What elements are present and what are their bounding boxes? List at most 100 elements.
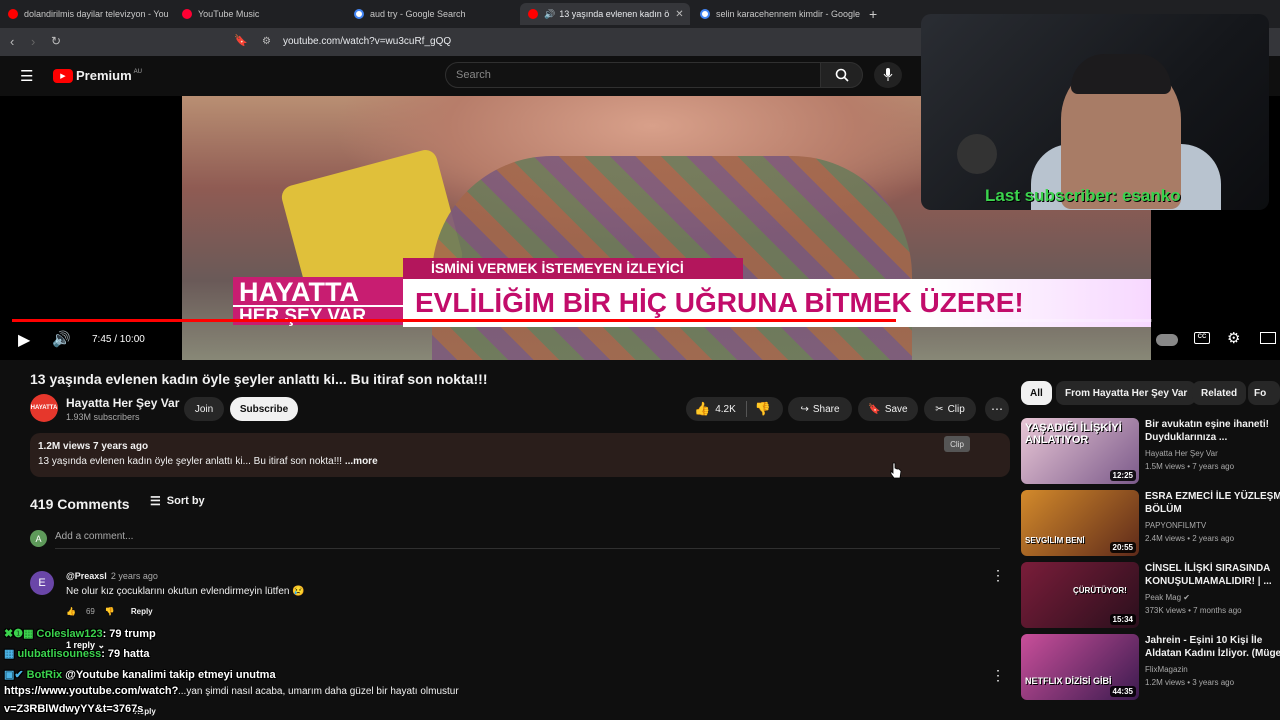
webcam-microphone-image [957,134,997,174]
captions-icon[interactable]: CC [1194,332,1210,344]
comment-author[interactable]: @Preaxsl 2 years ago [66,571,158,581]
video-duration: 44:35 [1109,686,1136,697]
forward-icon[interactable]: › [31,34,35,49]
video-title[interactable]: Bir avukatın eşine ihaneti! [1145,418,1280,431]
video-thumbnail[interactable]: YAŞADIĞI İLİŞKİYİ ANLATIYOR 12:25 [1021,418,1139,484]
video-title-line2[interactable]: BÖLÜM [1145,503,1280,516]
browser-tab[interactable]: selin karacehennem kimdir - Google [700,3,860,25]
region-code: AU [133,68,142,75]
video-title: 13 yaşında evlenen kadın öyle şeyler anl… [30,371,488,387]
comment-menu-icon[interactable]: ⋮ [991,567,1005,584]
video-title[interactable]: CİNSEL İLİŞKİ SIRASINDA [1145,562,1280,575]
youtube-logo[interactable]: ▶ Premium AU [53,68,142,83]
last-subscriber-label: Last subscriber: esanko [985,186,1181,205]
settings-gear-icon[interactable]: ⚙ [1227,329,1240,347]
dislike-icon[interactable]: 👎 [745,401,771,417]
channel-name[interactable]: Hayatta Her Şey Var [66,396,179,410]
description-more-link[interactable]: ...more [345,456,378,467]
browser-tab-active[interactable]: 🔊 13 yaşında evlenen kadın öyle ✕ [520,3,690,25]
new-tab-button[interactable]: + [869,3,883,25]
chat-text: @Youtube kanalimi takip etmeyi unutma [62,669,276,681]
video-title[interactable]: Jahrein - Eşini 10 Kişi İle [1145,634,1280,647]
recommended-video[interactable]: ÇÜRÜTÜYOR! 15:34 CİNSEL İLİŞKİ SIRASINDA … [1021,562,1280,628]
volume-icon[interactable]: 🔊 [52,330,71,348]
recommended-video[interactable]: NETFLIX DİZİSİ GİBİ 44:35 Jahrein - Eşini… [1021,634,1280,700]
join-button[interactable]: Join [184,397,224,421]
comment-reply-button[interactable]: Reply [131,607,153,616]
video-channel[interactable]: FlixMagazin [1145,665,1188,674]
chat-badges-icon: ✖❶▦ [4,628,37,640]
microphone-icon [883,68,893,81]
more-actions-button[interactable]: ⋯ [985,397,1009,421]
audio-playing-icon: 🔊 [544,8,556,19]
comment-dislike-icon[interactable]: 👎 [105,607,115,616]
chat-user: Coleslaw123 [36,628,103,640]
video-thumbnail[interactable]: NETFLIX DİZİSİ GİBİ 44:35 [1021,634,1139,700]
browser-tab[interactable]: dolandirilmis dayilar televizyon - You [8,3,168,25]
video-channel[interactable]: Peak Mag ✔ [1145,593,1190,602]
chip-related[interactable]: Related [1192,381,1247,405]
thumbnail-text: NETFLIX DİZİSİ GİBİ [1025,676,1112,686]
play-icon[interactable]: ▶ [18,330,30,350]
thumbnail-text: ÇÜRÜTÜYOR! [1073,586,1127,595]
chip-from-channel[interactable]: From Hayatta Her Şey Var [1056,381,1197,405]
chat-message: ✖❶▦ Coleslaw123: 79 trump [4,627,156,640]
description-meta: 1.2M views 7 years ago [38,441,149,452]
channel-avatar[interactable]: HAYATTA [30,394,58,422]
video-meta: 1.5M views • 7 years ago [1145,462,1235,471]
close-tab-icon[interactable]: ✕ [675,9,683,20]
save-label: Save [884,403,908,415]
comment-menu-icon[interactable]: ⋮ [991,667,1005,684]
video-title-line2[interactable]: KONUŞULMAMALIDIR! | ... [1145,575,1280,588]
autoplay-toggle[interactable] [1156,334,1178,346]
comment-username[interactable]: @Preaxsl [66,571,107,581]
clip-button[interactable]: ✂ Clip [924,397,976,421]
share-label: Share [812,403,840,415]
reload-icon[interactable]: ↻ [51,34,61,48]
video-duration: 12:25 [1109,470,1136,481]
tab-title: dolandirilmis dayilar televizyon - You [24,9,168,19]
chip-more[interactable]: Fo [1248,381,1280,405]
add-comment-input[interactable]: Add a comment... [55,531,133,542]
site-info-icon[interactable]: ⚙ [262,36,271,47]
comment-avatar[interactable]: E [30,571,54,595]
bookmark-icon[interactable]: 🔖 [234,34,248,47]
chip-all[interactable]: All [1021,381,1052,405]
browser-tab[interactable]: YouTube Music [182,3,342,25]
show-logo-line2: HER ŞEY VAR [233,305,403,327]
share-button[interactable]: ↪ Share [788,397,852,421]
sort-comments-button[interactable]: ☰ Sort by [150,494,205,508]
video-thumbnail[interactable]: SEVGİLİM BENİ 20:55 [1021,490,1139,556]
like-dislike-group: 👍 4.2K 👎 [686,397,783,421]
video-title-line2[interactable]: Duyduklarınıza ... [1145,431,1280,444]
video-meta: 1.2M views • 3 years ago [1145,678,1235,687]
like-icon[interactable]: 👍 [694,401,710,417]
search-input[interactable]: Search [445,62,821,88]
video-title[interactable]: ESRA EZMECİ İLE YÜZLEŞME 1 [1145,490,1280,503]
menu-icon[interactable]: ☰ [20,67,33,85]
video-title-line2[interactable]: Aldatan Kadını İzliyor. (Müge ... [1145,647,1280,660]
recommended-video[interactable]: SEVGİLİM BENİ 20:55 ESRA EZMECİ İLE YÜZLE… [1021,490,1280,556]
address-bar-url[interactable]: youtube.com/watch?v=wu3cuRf_gQQ [283,36,451,47]
search-button[interactable] [820,62,863,88]
voice-search-button[interactable] [874,62,902,88]
video-progress-bar[interactable] [12,319,1152,322]
clip-tooltip: Clip [944,436,970,452]
comment-time: 2 years ago [110,571,158,581]
streamer-webcam: Last subscriber: esanko [921,14,1269,210]
subscribe-button[interactable]: Subscribe [230,397,298,421]
recommended-video[interactable]: YAŞADIĞI İLİŞKİYİ ANLATIYOR 12:25 Bir avu… [1021,418,1280,484]
bookmark-icon: 🔖 [868,403,881,415]
save-button[interactable]: 🔖 Save [858,397,918,421]
back-icon[interactable]: ‹ [10,34,14,49]
browser-tab[interactable]: aud try - Google Search [354,3,514,25]
video-channel[interactable]: Hayatta Her Şey Var [1145,449,1218,458]
video-thumbnail[interactable]: ÇÜRÜTÜYOR! 15:34 [1021,562,1139,628]
comment-like-icon[interactable]: 👍 [66,607,76,616]
video-description[interactable]: 1.2M views 7 years ago 13 yaşında evlene… [30,433,1010,477]
chat-bot-badge-icon: ▣✔ [4,669,27,681]
miniplayer-icon[interactable] [1260,332,1276,344]
video-channel[interactable]: PAPYONFILMTV [1145,521,1206,530]
youtube-play-logo-icon: ▶ [53,68,73,83]
tab-title: YouTube Music [198,9,260,19]
